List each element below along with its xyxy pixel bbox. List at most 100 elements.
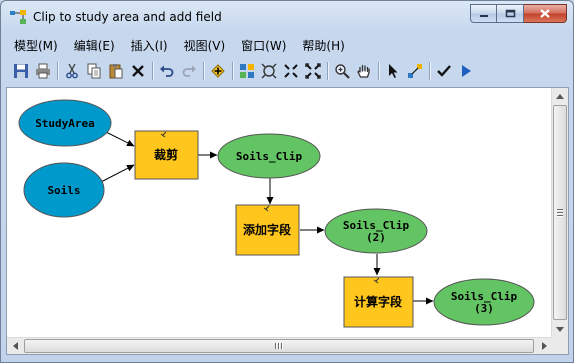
toolbar-separator	[203, 62, 204, 80]
menu-model[interactable]: 模型(M)	[6, 36, 66, 56]
model-builder-window: Clip to study area and add field 模型(M) 编…	[0, 0, 574, 363]
scroll-down-button[interactable]	[552, 321, 568, 337]
zoom-in-icon	[335, 64, 350, 79]
output-soils-clip-2-suffix: (2)	[366, 231, 386, 244]
scroll-grip-icon	[557, 208, 563, 217]
caption-buttons	[470, 4, 567, 24]
connect-icon	[408, 64, 422, 78]
output-soils-clip-3[interactable]: Soils_Clip (3)	[433, 278, 535, 326]
scroll-left-button[interactable]	[7, 338, 23, 354]
model-diagram[interactable]: StudyArea Soils 裁剪 添加字段 计算字段 Soils_Clip …	[7, 88, 550, 336]
tool-clip-label: 裁剪	[154, 147, 178, 162]
connector-soils-clip[interactable]	[100, 164, 135, 183]
toolbar-separator	[429, 62, 430, 80]
output-soils-clip-3-suffix: (3)	[474, 302, 494, 315]
toolbar-separator	[152, 62, 153, 80]
tool-calcfield[interactable]: 计算字段	[343, 276, 414, 328]
full-extent-button[interactable]	[258, 60, 280, 82]
scrollbar-corner	[551, 337, 568, 354]
tool-calcfield-label: 计算字段	[354, 294, 403, 309]
delete-button[interactable]	[127, 60, 149, 82]
maximize-button[interactable]	[497, 4, 524, 23]
output-soils-clip-label: Soils_Clip	[236, 150, 303, 163]
tool-clip[interactable]: 裁剪	[134, 130, 199, 180]
tool-addfield-label: 添加字段	[243, 222, 292, 237]
add-data-button[interactable]	[207, 60, 229, 82]
menu-insert[interactable]: 插入(I)	[123, 36, 176, 56]
auto-layout-icon	[240, 64, 254, 78]
print-button[interactable]	[32, 60, 54, 82]
connect-button[interactable]	[404, 60, 426, 82]
input-soils-label: Soils	[47, 184, 80, 197]
cut-icon	[66, 63, 78, 79]
validate-button[interactable]	[433, 60, 455, 82]
tool-addfield[interactable]: 添加字段	[235, 204, 300, 256]
output-soils-clip[interactable]: Soils_Clip	[217, 133, 321, 179]
save-button[interactable]	[10, 60, 32, 82]
horizontal-scrollbar[interactable]	[7, 337, 552, 354]
scroll-grip-icon	[275, 343, 283, 349]
toolbar-separator	[327, 62, 328, 80]
fixed-zoom-out-button[interactable]	[302, 60, 324, 82]
undo-button[interactable]	[156, 60, 178, 82]
maximize-icon	[505, 9, 515, 18]
toolbar	[6, 58, 568, 84]
select-icon	[389, 64, 398, 78]
scroll-right-button[interactable]	[536, 338, 552, 354]
save-icon	[14, 64, 28, 78]
close-icon	[540, 9, 550, 18]
paste-button[interactable]	[105, 60, 127, 82]
output-soils-clip-2[interactable]: Soils_Clip (2)	[324, 208, 428, 254]
status-bar	[6, 356, 569, 362]
input-soils[interactable]: Soils	[23, 162, 105, 218]
full-extent-icon	[261, 63, 277, 79]
run-icon	[462, 65, 471, 77]
minimize-button[interactable]	[470, 4, 497, 23]
fixed-zoom-in-icon	[284, 64, 298, 78]
scroll-down-icon	[556, 326, 564, 332]
menu-edit[interactable]: 编辑(E)	[66, 36, 123, 56]
copy-button[interactable]	[83, 60, 105, 82]
model-canvas[interactable]: StudyArea Soils 裁剪 添加字段 计算字段 Soils_Clip …	[6, 87, 569, 355]
add-data-icon	[211, 64, 225, 78]
paste-icon	[109, 64, 123, 79]
run-button[interactable]	[455, 60, 477, 82]
close-button[interactable]	[524, 4, 567, 23]
menu-bar: 模型(M) 编辑(E) 插入(I) 视图(V) 窗口(W) 帮助(H)	[6, 35, 568, 56]
zoom-in-button[interactable]	[331, 60, 353, 82]
toolbar-separator	[232, 62, 233, 80]
pan-icon	[357, 64, 370, 78]
minimize-icon	[479, 14, 488, 17]
toolbar-separator	[57, 62, 58, 80]
print-icon	[36, 63, 50, 79]
menu-view[interactable]: 视图(V)	[176, 36, 234, 56]
scroll-up-icon	[556, 93, 564, 99]
input-studyarea[interactable]: StudyArea	[18, 99, 112, 147]
input-studyarea-label: StudyArea	[35, 117, 95, 130]
vertical-scroll-thumb[interactable]	[553, 105, 567, 320]
title-bar[interactable]: Clip to study area and add field	[1, 1, 573, 33]
delete-icon	[132, 65, 144, 77]
auto-layout-button[interactable]	[236, 60, 258, 82]
scroll-up-button[interactable]	[552, 88, 568, 104]
redo-button[interactable]	[178, 60, 200, 82]
menu-window[interactable]: 窗口(W)	[233, 36, 294, 56]
scroll-right-icon	[541, 342, 547, 350]
fixed-zoom-in-button[interactable]	[280, 60, 302, 82]
model-builder-icon	[10, 10, 26, 24]
copy-icon	[87, 63, 101, 79]
connector-studyarea-clip[interactable]	[105, 131, 135, 147]
redo-icon	[182, 65, 196, 77]
menu-help[interactable]: 帮助(H)	[294, 36, 352, 56]
validate-icon	[437, 65, 451, 77]
vertical-scrollbar[interactable]	[551, 88, 568, 337]
fixed-zoom-out-icon	[305, 63, 321, 79]
toolbar-separator	[378, 62, 379, 80]
horizontal-scroll-thumb[interactable]	[24, 339, 534, 353]
cut-button[interactable]	[61, 60, 83, 82]
undo-icon	[160, 65, 174, 77]
scroll-left-icon	[12, 342, 18, 350]
pan-button[interactable]	[353, 60, 375, 82]
window-title: Clip to study area and add field	[33, 10, 222, 24]
select-button[interactable]	[382, 60, 404, 82]
